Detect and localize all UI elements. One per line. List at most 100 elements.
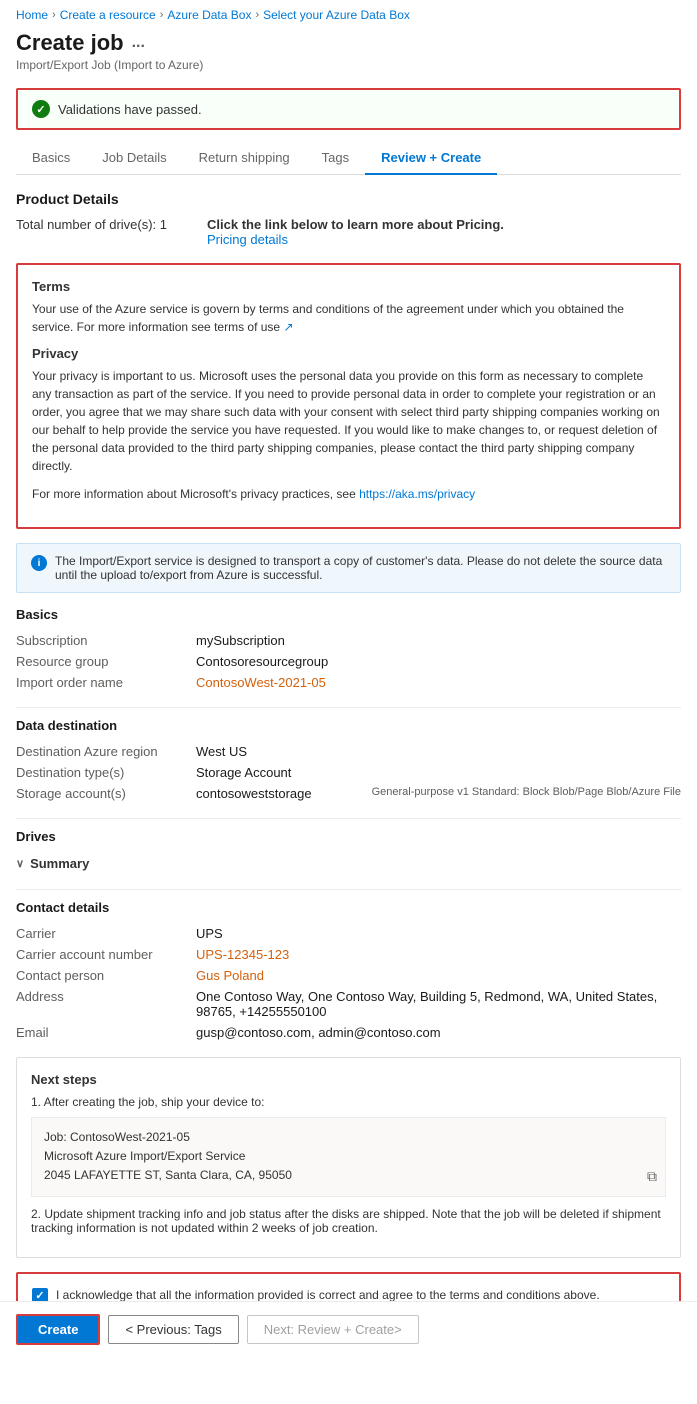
address-line-2: Microsoft Azure Import/Export Service xyxy=(44,1147,653,1166)
storage-account-value: contosoweststorage xyxy=(196,786,364,801)
carrier-value: UPS xyxy=(196,926,681,941)
resource-group-row: Resource group Contosoresourcegroup xyxy=(16,651,681,672)
tab-tags[interactable]: Tags xyxy=(306,142,365,175)
tab-review-create[interactable]: Review + Create xyxy=(365,142,497,175)
page-subtitle: Import/Export Job (Import to Azure) xyxy=(16,58,681,72)
info-banner-text: The Import/Export service is designed to… xyxy=(55,554,666,582)
bottom-bar: Create < Previous: Tags Next: Review + C… xyxy=(0,1301,697,1357)
import-order-row: Import order name ContosoWest-2021-05 xyxy=(16,672,681,693)
divider-1 xyxy=(16,707,681,708)
validation-banner: Validations have passed. xyxy=(16,88,681,130)
privacy-text2: For more information about Microsoft's p… xyxy=(32,485,665,503)
create-button[interactable]: Create xyxy=(16,1314,100,1345)
next-steps-title: Next steps xyxy=(31,1072,666,1087)
import-order-value: ContosoWest-2021-05 xyxy=(196,675,681,690)
product-details-section: Product Details Total number of drive(s)… xyxy=(16,191,681,247)
privacy-prefix: For more information about Microsoft's p… xyxy=(32,487,356,501)
page-title-text: Create job xyxy=(16,30,124,56)
subscription-value: mySubscription xyxy=(196,633,681,648)
drives-title: Drives xyxy=(16,829,681,844)
basics-title: Basics xyxy=(16,607,681,622)
divider-3 xyxy=(16,889,681,890)
address-line-1: Job: ContosoWest-2021-05 xyxy=(44,1128,653,1147)
tab-basics[interactable]: Basics xyxy=(16,142,86,175)
address-label: Address xyxy=(16,989,196,1019)
email-value: gusp@contoso.com, admin@contoso.com xyxy=(196,1025,681,1040)
destination-type-value: Storage Account xyxy=(196,765,681,780)
storage-account-row: Storage account(s) contosoweststorage Ge… xyxy=(16,783,681,804)
product-details-row: Total number of drive(s): 1 Click the li… xyxy=(16,217,681,247)
destination-region-row: Destination Azure region West US xyxy=(16,741,681,762)
tab-return-shipping[interactable]: Return shipping xyxy=(183,142,306,175)
import-order-label: Import order name xyxy=(16,675,196,690)
terms-text: Your use of the Azure service is govern … xyxy=(32,300,665,336)
next-steps-step2: 2. Update shipment tracking info and job… xyxy=(31,1207,666,1235)
previous-button[interactable]: < Previous: Tags xyxy=(108,1315,238,1344)
next-steps-step1: 1. After creating the job, ship your dev… xyxy=(31,1095,666,1109)
pricing-link[interactable]: Pricing details xyxy=(207,232,288,247)
carrier-row: Carrier UPS xyxy=(16,923,681,944)
data-destination-section: Data destination Destination Azure regio… xyxy=(16,718,681,804)
privacy-text1: Your privacy is important to us. Microso… xyxy=(32,367,665,475)
drives-section: Drives ∨ Summary xyxy=(16,829,681,875)
terms-of-use-link[interactable]: ↗ xyxy=(283,320,293,334)
privacy-link[interactable]: https://aka.ms/privacy xyxy=(359,487,475,501)
main-content: Product Details Total number of drive(s)… xyxy=(0,175,697,1348)
contact-details-title: Contact details xyxy=(16,900,681,915)
address-row: Address One Contoso Way, One Contoso Way… xyxy=(16,986,681,1022)
terms-title: Terms xyxy=(32,279,665,294)
email-row: Email gusp@contoso.com, admin@contoso.co… xyxy=(16,1022,681,1043)
data-destination-title: Data destination xyxy=(16,718,681,733)
product-details-title: Product Details xyxy=(16,191,681,207)
destination-region-label: Destination Azure region xyxy=(16,744,196,759)
terms-box: Terms Your use of the Azure service is g… xyxy=(16,263,681,529)
destination-type-label: Destination type(s) xyxy=(16,765,196,780)
info-icon: i xyxy=(31,555,47,571)
carrier-label: Carrier xyxy=(16,926,196,941)
address-value: One Contoso Way, One Contoso Way, Buildi… xyxy=(196,989,681,1019)
contact-details-section: Contact details Carrier UPS Carrier acco… xyxy=(16,900,681,1043)
drives-summary-label: Summary xyxy=(30,856,89,871)
resource-group-label: Resource group xyxy=(16,654,196,669)
destination-type-row: Destination type(s) Storage Account xyxy=(16,762,681,783)
contact-person-label: Contact person xyxy=(16,968,196,983)
breadcrumb: Home › Create a resource › Azure Data Bo… xyxy=(0,0,697,26)
tab-job-details[interactable]: Job Details xyxy=(86,142,182,175)
carrier-account-label: Carrier account number xyxy=(16,947,196,962)
validation-success-icon xyxy=(32,100,50,118)
pricing-info: Click the link below to learn more about… xyxy=(207,217,504,247)
storage-account-note: General-purpose v1 Standard: Block Blob/… xyxy=(372,786,681,801)
drives-count: Total number of drive(s): 1 xyxy=(16,217,167,247)
next-button[interactable]: Next: Review + Create> xyxy=(247,1315,419,1344)
destination-region-value: West US xyxy=(196,744,681,759)
privacy-title: Privacy xyxy=(32,346,665,361)
breadcrumb-home[interactable]: Home xyxy=(16,8,48,22)
terms-body-text: Your use of the Azure service is govern … xyxy=(32,302,624,334)
carrier-account-value: UPS-12345-123 xyxy=(196,947,681,962)
more-options-icon[interactable]: ... xyxy=(132,34,145,52)
pricing-prompt: Click the link below to learn more about… xyxy=(207,217,504,232)
copy-icon[interactable]: ⧉ xyxy=(647,1165,657,1187)
contact-person-value: Gus Poland xyxy=(196,968,681,983)
chevron-down-icon: ∨ xyxy=(16,857,24,870)
tab-bar: Basics Job Details Return shipping Tags … xyxy=(16,142,681,175)
subscription-label: Subscription xyxy=(16,633,196,648)
address-line-3: 2045 LAFAYETTE ST, Santa Clara, CA, 9505… xyxy=(44,1166,653,1185)
email-label: Email xyxy=(16,1025,196,1040)
validation-message: Validations have passed. xyxy=(58,102,202,117)
divider-2 xyxy=(16,818,681,819)
breadcrumb-create-resource[interactable]: Create a resource xyxy=(60,8,156,22)
drives-summary-toggle[interactable]: ∨ Summary xyxy=(16,852,681,875)
resource-group-value: Contosoresourcegroup xyxy=(196,654,681,669)
info-banner: i The Import/Export service is designed … xyxy=(16,543,681,593)
shipping-address-box: Job: ContosoWest-2021-05 Microsoft Azure… xyxy=(31,1117,666,1197)
breadcrumb-select-data-box[interactable]: Select your Azure Data Box xyxy=(263,8,410,22)
breadcrumb-azure-data-box[interactable]: Azure Data Box xyxy=(167,8,251,22)
storage-account-label: Storage account(s) xyxy=(16,786,196,801)
carrier-account-row: Carrier account number UPS-12345-123 xyxy=(16,944,681,965)
basics-section: Basics Subscription mySubscription Resou… xyxy=(16,607,681,693)
contact-person-row: Contact person Gus Poland xyxy=(16,965,681,986)
subscription-row: Subscription mySubscription xyxy=(16,630,681,651)
page-header: Create job ... Import/Export Job (Import… xyxy=(0,26,697,80)
next-steps-box: Next steps 1. After creating the job, sh… xyxy=(16,1057,681,1258)
